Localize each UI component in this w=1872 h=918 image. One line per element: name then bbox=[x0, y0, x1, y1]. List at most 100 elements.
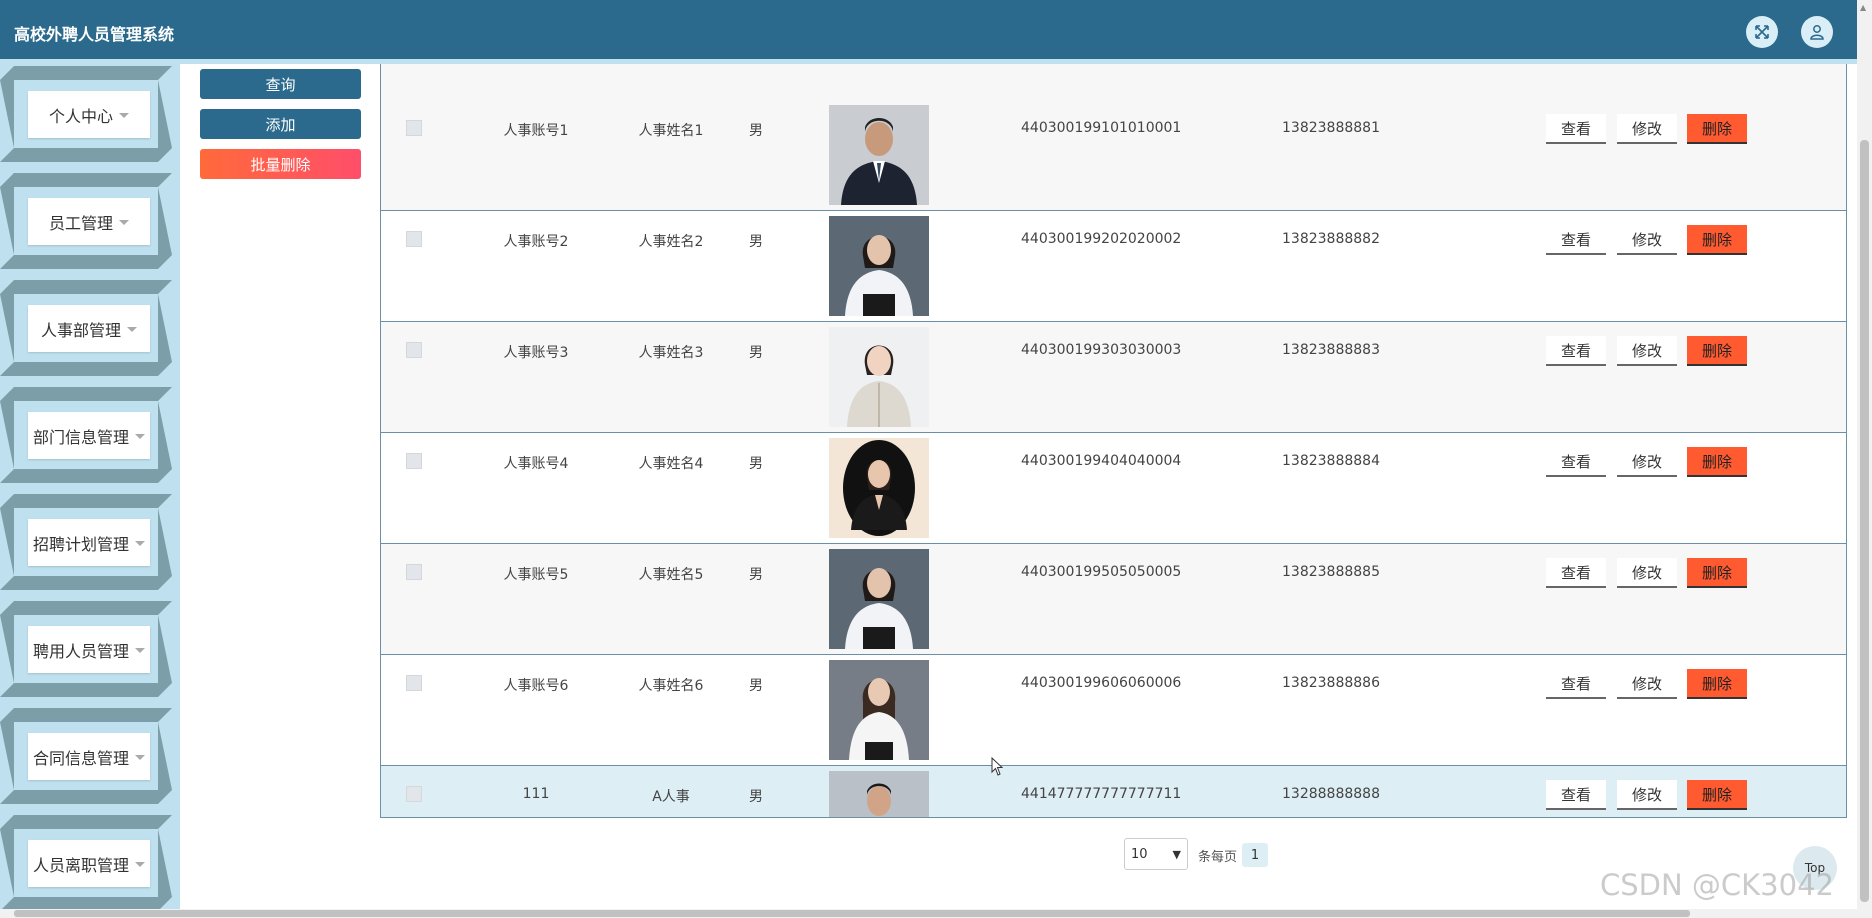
sidebar-item-contract-info[interactable]: 合同信息管理 bbox=[0, 706, 180, 809]
account-cell: 人事账号4 bbox=[503, 456, 569, 472]
sidebar-item-hired-staff[interactable]: 聘用人员管理 bbox=[0, 599, 180, 702]
edit-button[interactable]: 修改 bbox=[1617, 447, 1677, 477]
sidebar-item-resignation[interactable]: 人员离职管理 bbox=[0, 813, 180, 909]
table-row[interactable]: 人事账号5 人事姓名5 男 440300199505050005 1382388… bbox=[381, 544, 1846, 655]
table-row[interactable]: 人事账号4 人事姓名4 男 440300199404040004 1382388… bbox=[381, 433, 1846, 544]
gender-cell: 男 bbox=[749, 234, 763, 250]
row-checkbox[interactable] bbox=[406, 675, 422, 691]
caret-down-icon bbox=[135, 541, 145, 546]
sidebar-item-label: 聘用人员管理 bbox=[32, 641, 129, 661]
chevron-down-icon: ▼ bbox=[1172, 848, 1181, 861]
gender-cell: 男 bbox=[749, 567, 763, 583]
delete-button[interactable]: 删除 bbox=[1687, 114, 1747, 144]
edit-button[interactable]: 修改 bbox=[1617, 558, 1677, 588]
view-button[interactable]: 查看 bbox=[1546, 114, 1606, 144]
name-cell: 人事姓名6 bbox=[638, 678, 704, 694]
avatar bbox=[829, 771, 929, 817]
horizontal-scroll-thumb[interactable] bbox=[14, 910, 1690, 917]
view-button[interactable]: 查看 bbox=[1546, 558, 1606, 588]
delete-button[interactable]: 删除 bbox=[1687, 447, 1747, 477]
table-row[interactable]: 111 A人事 男 441477777777777711 13288888888… bbox=[381, 766, 1846, 817]
scroll-up-icon[interactable]: ▲ bbox=[1860, 3, 1866, 12]
phone-cell: 13288888888 bbox=[1282, 786, 1380, 802]
id-card-cell: 440300199606060006 bbox=[1021, 675, 1182, 691]
sidebar-item-label: 人员离职管理 bbox=[32, 855, 129, 875]
delete-button[interactable]: 删除 bbox=[1687, 669, 1747, 699]
phone-cell: 13823888885 bbox=[1282, 564, 1380, 580]
page-size-select[interactable]: 10 ▼ bbox=[1124, 838, 1188, 870]
user-icon[interactable] bbox=[1801, 16, 1833, 48]
view-button[interactable]: 查看 bbox=[1546, 447, 1606, 477]
table-row[interactable]: 人事账号1 人事姓名1 男 440300199101010001 1382388… bbox=[381, 64, 1846, 211]
name-cell: 人事姓名4 bbox=[638, 456, 704, 472]
account-cell: 人事账号6 bbox=[503, 678, 569, 694]
caret-down-icon bbox=[119, 220, 129, 225]
horizontal-scrollbar[interactable] bbox=[0, 909, 1857, 918]
fullscreen-icon[interactable] bbox=[1746, 16, 1778, 48]
row-checkbox[interactable] bbox=[406, 231, 422, 247]
gender-cell: 男 bbox=[749, 345, 763, 361]
delete-button[interactable]: 删除 bbox=[1687, 225, 1747, 255]
row-checkbox[interactable] bbox=[406, 453, 422, 469]
edit-button[interactable]: 修改 bbox=[1617, 336, 1677, 366]
account-cell: 人事账号1 bbox=[503, 123, 569, 139]
row-checkbox[interactable] bbox=[406, 120, 422, 136]
phone-cell: 13823888884 bbox=[1282, 453, 1380, 469]
search-button[interactable]: 查询 bbox=[200, 69, 361, 99]
account-cell: 111 bbox=[522, 786, 550, 802]
sidebar-item-personal-center[interactable]: 个人中心 bbox=[0, 64, 180, 167]
add-button[interactable]: 添加 bbox=[200, 109, 361, 139]
gender-cell: 男 bbox=[749, 456, 763, 472]
gender-cell: 男 bbox=[749, 789, 763, 805]
row-checkbox[interactable] bbox=[406, 564, 422, 580]
id-card-cell: 440300199404040004 bbox=[1021, 453, 1182, 469]
account-cell: 人事账号5 bbox=[503, 567, 569, 583]
account-cell: 人事账号3 bbox=[503, 345, 569, 361]
phone-cell: 13823888881 bbox=[1282, 120, 1380, 136]
sidebar-item-employee[interactable]: 员工管理 bbox=[0, 171, 180, 274]
sidebar-item-label: 合同信息管理 bbox=[32, 748, 129, 768]
caret-down-icon bbox=[119, 113, 129, 118]
delete-button[interactable]: 删除 bbox=[1687, 558, 1747, 588]
sidebar-item-recruit-plan[interactable]: 招聘计划管理 bbox=[0, 492, 180, 595]
edit-button[interactable]: 修改 bbox=[1617, 114, 1677, 144]
edit-button[interactable]: 修改 bbox=[1617, 225, 1677, 255]
caret-down-icon bbox=[135, 862, 145, 867]
avatar bbox=[829, 105, 929, 205]
per-page-label: 条每页 bbox=[1198, 850, 1238, 865]
view-button[interactable]: 查看 bbox=[1546, 336, 1606, 366]
edit-button[interactable]: 修改 bbox=[1617, 669, 1677, 699]
table-row[interactable]: 人事账号2 人事姓名2 男 440300199202020002 1382388… bbox=[381, 211, 1846, 322]
account-cell: 人事账号2 bbox=[503, 234, 569, 250]
caret-down-icon bbox=[135, 755, 145, 760]
delete-button[interactable]: 删除 bbox=[1687, 336, 1747, 366]
delete-button[interactable]: 删除 bbox=[1687, 780, 1747, 810]
name-cell: A人事 bbox=[652, 789, 690, 805]
id-card-cell: 441477777777777711 bbox=[1021, 786, 1182, 802]
caret-down-icon bbox=[127, 327, 137, 332]
id-card-cell: 440300199101010001 bbox=[1021, 120, 1182, 136]
sidebar-item-label: 招聘计划管理 bbox=[32, 534, 129, 554]
phone-cell: 13823888886 bbox=[1282, 675, 1380, 691]
avatar bbox=[829, 438, 929, 538]
table-row[interactable]: 人事账号3 人事姓名3 男 440300199303030003 1382388… bbox=[381, 322, 1846, 433]
row-checkbox[interactable] bbox=[406, 342, 422, 358]
edit-button[interactable]: 修改 bbox=[1617, 780, 1677, 810]
id-card-cell: 440300199303030003 bbox=[1021, 342, 1182, 358]
view-button[interactable]: 查看 bbox=[1546, 225, 1606, 255]
vertical-scrollbar[interactable]: ▲ bbox=[1857, 0, 1872, 918]
sidebar: 个人中心 员工管理 人事部管理 部门信息管理 招聘计划管理 聘用人员管理 合同信… bbox=[0, 64, 180, 909]
avatar bbox=[829, 216, 929, 316]
row-checkbox[interactable] bbox=[406, 786, 422, 802]
sidebar-item-hr-dept[interactable]: 人事部管理 bbox=[0, 278, 180, 381]
id-card-cell: 440300199202020002 bbox=[1021, 231, 1182, 247]
sidebar-item-department-info[interactable]: 部门信息管理 bbox=[0, 385, 180, 488]
id-card-cell: 440300199505050005 bbox=[1021, 564, 1182, 580]
view-button[interactable]: 查看 bbox=[1546, 669, 1606, 699]
table-row[interactable]: 人事账号6 人事姓名6 男 440300199606060006 1382388… bbox=[381, 655, 1846, 766]
phone-cell: 13823888882 bbox=[1282, 231, 1380, 247]
vertical-scroll-thumb[interactable] bbox=[1860, 140, 1869, 902]
batch-delete-button[interactable]: 批量删除 bbox=[200, 149, 361, 179]
view-button[interactable]: 查看 bbox=[1546, 780, 1606, 810]
page-number-button[interactable]: 1 bbox=[1242, 843, 1268, 867]
